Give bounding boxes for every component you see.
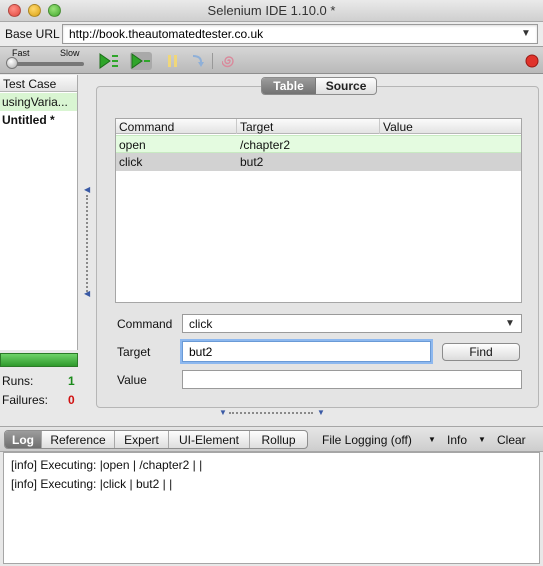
base-url-dropdown-icon[interactable]: ▼ bbox=[521, 28, 531, 39]
horizontal-splitter[interactable]: ▼ ▼ bbox=[219, 408, 325, 417]
play-all-icon bbox=[99, 53, 118, 69]
log-level-menu[interactable]: Info bbox=[447, 433, 467, 447]
runs-count: 1 bbox=[68, 374, 75, 388]
record-button[interactable] bbox=[521, 52, 543, 70]
target-input[interactable] bbox=[182, 341, 431, 362]
log-output[interactable]: [info] Executing: |open | /chapter2 | | … bbox=[3, 452, 540, 564]
chevron-down-icon[interactable]: ▼ bbox=[478, 435, 486, 444]
base-url-label: Base URL bbox=[5, 27, 60, 41]
command-select[interactable]: click bbox=[182, 314, 522, 333]
tab-reference[interactable]: Reference bbox=[42, 431, 115, 448]
base-url-row: Base URL ▼ bbox=[0, 22, 543, 46]
log-toolbar: Log Reference Expert UI-Element Rollup F… bbox=[0, 426, 543, 452]
test-case-header: Test Case bbox=[0, 75, 77, 92]
command-label: Command bbox=[117, 317, 173, 331]
log-line: [info] Executing: |open | /chapter2 | | bbox=[11, 458, 203, 472]
column-header-value[interactable]: Value bbox=[380, 119, 521, 134]
collapse-left-arrow-icon[interactable]: ◀ bbox=[84, 185, 90, 194]
play-test-case-button[interactable] bbox=[130, 52, 152, 70]
tab-rollup[interactable]: Rollup bbox=[250, 431, 307, 448]
toolbar-separator bbox=[212, 53, 213, 69]
log-tabs: Log Reference Expert UI-Element Rollup bbox=[4, 430, 308, 449]
window-titlebar: Selenium IDE 1.10.0 * bbox=[0, 0, 543, 22]
command-table-header: Command Target Value bbox=[116, 119, 521, 134]
file-logging-menu[interactable]: File Logging (off) bbox=[322, 433, 412, 447]
command-table: Command Target Value open /chapter2 clic… bbox=[115, 118, 522, 303]
collapse-down-arrow-icon[interactable]: ▼ bbox=[317, 408, 325, 417]
play-suite-button[interactable] bbox=[98, 52, 120, 70]
table-row[interactable]: click but2 bbox=[116, 153, 521, 171]
runs-label: Runs: bbox=[2, 374, 34, 388]
value-input[interactable] bbox=[182, 370, 522, 389]
test-case-list: Test Case usingVaria... Untitled * bbox=[0, 75, 78, 350]
column-header-command[interactable]: Command bbox=[116, 119, 237, 134]
target-label: Target bbox=[117, 345, 151, 359]
chevron-down-icon[interactable]: ▼ bbox=[505, 318, 515, 329]
toolbar: Fast Slow bbox=[0, 46, 543, 74]
tab-table[interactable]: Table bbox=[262, 78, 317, 94]
rollup-button[interactable] bbox=[218, 52, 240, 70]
vertical-splitter[interactable] bbox=[86, 195, 88, 295]
speed-slow-label: Slow bbox=[60, 48, 80, 58]
clear-log-button[interactable]: Clear bbox=[497, 433, 526, 447]
speed-fast-label: Fast bbox=[12, 48, 30, 58]
chevron-down-icon[interactable]: ▼ bbox=[428, 435, 436, 444]
tab-expert[interactable]: Expert bbox=[115, 431, 169, 448]
pause-icon bbox=[168, 55, 177, 67]
pause-button[interactable] bbox=[162, 52, 184, 70]
window-title: Selenium IDE 1.10.0 * bbox=[207, 3, 336, 18]
record-icon bbox=[525, 54, 539, 68]
find-button[interactable]: Find bbox=[442, 343, 520, 361]
play-icon bbox=[131, 53, 150, 69]
speed-slider[interactable] bbox=[10, 62, 84, 66]
value-label: Value bbox=[117, 373, 147, 387]
log-line: [info] Executing: |click | but2 | | bbox=[11, 477, 173, 491]
tab-log[interactable]: Log bbox=[5, 431, 42, 448]
row-target: /chapter2 bbox=[240, 138, 291, 152]
rollup-spiral-icon bbox=[222, 56, 234, 68]
tab-ui-element[interactable]: UI-Element bbox=[169, 431, 250, 448]
collapse-left-arrow-icon[interactable]: ◀ bbox=[84, 289, 90, 298]
table-row[interactable]: open /chapter2 bbox=[116, 135, 521, 153]
row-command: click bbox=[119, 155, 143, 169]
editor-tabs: Table Source bbox=[261, 77, 377, 95]
step-icon bbox=[192, 55, 204, 67]
step-button[interactable] bbox=[186, 52, 208, 70]
row-target: but2 bbox=[240, 155, 264, 169]
column-header-target[interactable]: Target bbox=[237, 119, 380, 134]
base-url-input[interactable] bbox=[62, 24, 538, 44]
run-progress-bar bbox=[0, 353, 78, 367]
failures-label: Failures: bbox=[2, 393, 49, 407]
failures-count: 0 bbox=[68, 393, 75, 407]
collapse-down-arrow-icon[interactable]: ▼ bbox=[219, 408, 227, 417]
speed-slider-thumb[interactable] bbox=[6, 57, 18, 69]
tab-source[interactable]: Source bbox=[316, 78, 376, 94]
test-case-item[interactable]: Untitled * bbox=[0, 111, 77, 129]
row-command: open bbox=[119, 138, 146, 152]
test-case-item[interactable]: usingVaria... bbox=[0, 93, 77, 111]
